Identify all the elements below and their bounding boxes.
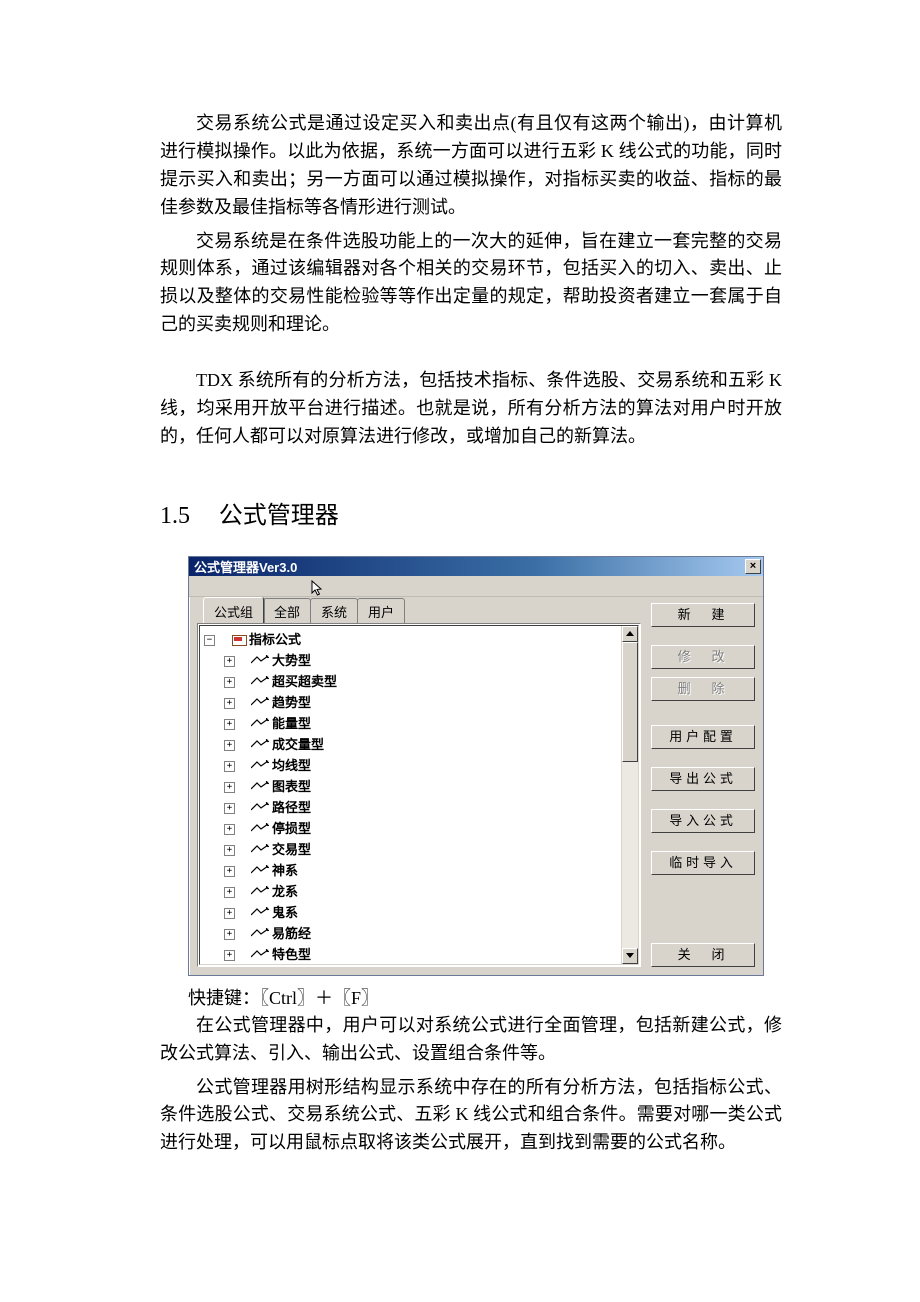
indicator-icon	[251, 718, 269, 728]
temp-import-button[interactable]: 临时导入	[651, 851, 755, 875]
intro-paragraph-3: TDX 系统所有的分析方法，包括技术指标、条件选股、交易系统和五彩 K 线，均采…	[160, 367, 782, 451]
close-icon[interactable]: ×	[745, 559, 761, 574]
tree-item[interactable]: +停损型	[204, 818, 634, 839]
tree-item[interactable]: +路径型	[204, 797, 634, 818]
indicator-icon	[251, 823, 269, 833]
expand-icon[interactable]: +	[224, 950, 235, 961]
expand-icon[interactable]: +	[224, 740, 235, 751]
indicator-icon	[251, 781, 269, 791]
indicator-icon	[251, 907, 269, 917]
expand-icon[interactable]: +	[224, 656, 235, 667]
indicator-icon	[251, 760, 269, 770]
section-number: 1.5	[160, 503, 213, 530]
expand-icon[interactable]: +	[224, 698, 235, 709]
tree-item[interactable]: +特色型	[204, 944, 634, 965]
shortcut-caption: 快捷键：〖Ctrl〗＋〖F〗	[188, 984, 782, 1010]
expand-icon[interactable]: +	[224, 803, 235, 814]
folder-icon	[232, 634, 246, 645]
after-paragraph-2: 公式管理器用树形结构显示系统中存在的所有分析方法，包括指标公式、条件选股公式、交…	[160, 1074, 782, 1158]
indicator-icon	[251, 802, 269, 812]
tree-item[interactable]: +大势型	[204, 650, 634, 671]
user-config-button[interactable]: 用户配置	[651, 725, 755, 749]
indicator-icon	[251, 676, 269, 686]
tab-system[interactable]: 系统	[310, 598, 358, 623]
tree-root-indicator-formula[interactable]: − 指标公式	[204, 629, 634, 650]
expand-icon[interactable]: +	[224, 719, 235, 730]
menubar-blank	[189, 576, 763, 597]
export-formula-button[interactable]: 导出公式	[651, 767, 755, 791]
expand-icon[interactable]: +	[224, 845, 235, 856]
close-button[interactable]: 关 闭	[651, 943, 755, 967]
indicator-icon	[251, 655, 269, 665]
after-paragraph-1: 在公式管理器中，用户可以对系统公式进行全面管理，包括新建公式，修改公式算法、引入…	[160, 1012, 782, 1068]
cursor-icon	[311, 580, 325, 598]
indicator-icon	[251, 928, 269, 938]
collapse-icon[interactable]: −	[204, 635, 215, 646]
tab-bar: 公式组 全部 系统 用户	[197, 601, 641, 623]
new-button[interactable]: 新 建	[651, 603, 755, 627]
tab-formula-group[interactable]: 公式组	[203, 597, 264, 623]
import-formula-button[interactable]: 导入公式	[651, 809, 755, 833]
tree-item[interactable]: +趋势型	[204, 692, 634, 713]
formula-manager-dialog: 公式管理器Ver3.0 × 公式组 全部 系统 用户	[188, 556, 764, 976]
intro-paragraph-1: 交易系统公式是通过设定买入和卖出点(有且仅有这两个输出)，由计算机进行模拟操作。…	[160, 110, 782, 222]
scroll-up-icon[interactable]	[622, 626, 638, 642]
expand-icon[interactable]: +	[224, 929, 235, 940]
scrollbar[interactable]	[621, 626, 638, 964]
scroll-thumb[interactable]	[622, 642, 638, 762]
section-heading: 1.5 公式管理器	[160, 495, 782, 530]
delete-button[interactable]: 删 除	[651, 677, 755, 701]
expand-icon[interactable]: +	[224, 761, 235, 772]
tree-item[interactable]: +图表型	[204, 776, 634, 797]
intro-paragraph-2: 交易系统是在条件选股功能上的一次大的延伸，旨在建立一套完整的交易规则体系，通过该…	[160, 228, 782, 340]
expand-icon[interactable]: +	[224, 824, 235, 835]
expand-icon[interactable]: +	[224, 782, 235, 793]
scroll-down-icon[interactable]	[622, 948, 638, 964]
indicator-icon	[251, 865, 269, 875]
edit-button[interactable]: 修 改	[651, 645, 755, 669]
tree-item[interactable]: +交易型	[204, 839, 634, 860]
expand-icon[interactable]: +	[224, 908, 235, 919]
indicator-icon	[251, 844, 269, 854]
indicator-icon	[251, 886, 269, 896]
tree-item[interactable]: +易筋经	[204, 923, 634, 944]
expand-icon[interactable]: +	[224, 866, 235, 877]
tree-item[interactable]: +神系	[204, 860, 634, 881]
tree-item[interactable]: +成交量型	[204, 734, 634, 755]
expand-icon[interactable]: +	[224, 887, 235, 898]
tree-item[interactable]: +鬼系	[204, 902, 634, 923]
indicator-icon	[251, 697, 269, 707]
indicator-icon	[251, 739, 269, 749]
tab-all[interactable]: 全部	[263, 598, 311, 623]
section-title: 公式管理器	[219, 503, 339, 529]
tab-user[interactable]: 用户	[357, 598, 405, 623]
tree-item[interactable]: +能量型	[204, 713, 634, 734]
tree-item[interactable]: +超买超卖型	[204, 671, 634, 692]
expand-icon[interactable]: +	[224, 677, 235, 688]
tree-item[interactable]: +龙系	[204, 881, 634, 902]
titlebar[interactable]: 公式管理器Ver3.0 ×	[189, 557, 763, 576]
tree-item[interactable]: +均线型	[204, 755, 634, 776]
dialog-title: 公式管理器Ver3.0	[194, 557, 297, 576]
indicator-icon	[251, 949, 269, 959]
tree-panel[interactable]: − 指标公式 +大势型 +超买超卖型 +趋势型 +能量型 +成交量型 +	[197, 623, 641, 967]
